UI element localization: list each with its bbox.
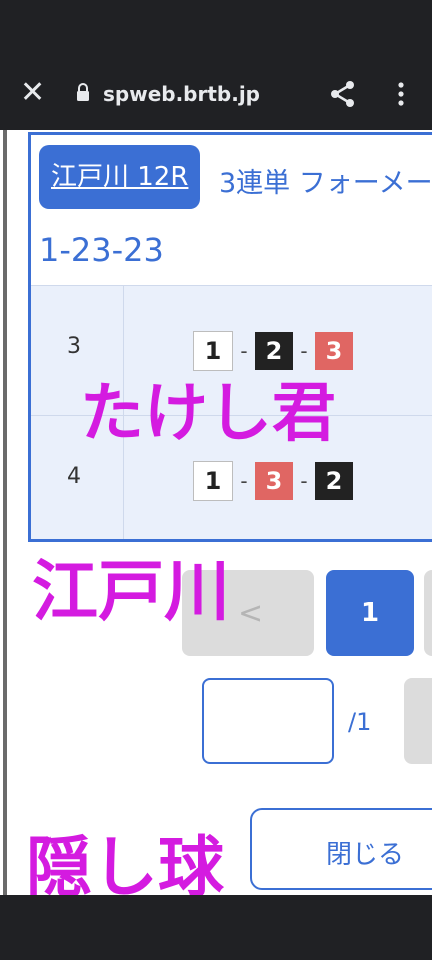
page-1-button[interactable]: 1 bbox=[326, 570, 414, 656]
close-icon[interactable]: ✕ bbox=[20, 78, 45, 108]
venue-race-link[interactable]: 江戸川 12R bbox=[39, 145, 201, 209]
page-content: 江戸川 12R 3連単 フォーメーション 1-23-23 3 1 - 2 - 3… bbox=[0, 130, 432, 895]
status-bar bbox=[0, 0, 432, 58]
separator: - bbox=[240, 469, 248, 493]
overlay-caption-3: 隠し球 bbox=[26, 829, 224, 895]
close-button-label: 閉じる bbox=[326, 840, 405, 870]
url-text[interactable]: spweb.brtb.jp bbox=[103, 82, 260, 106]
more-vert-icon[interactable] bbox=[392, 80, 410, 108]
separator: - bbox=[240, 339, 248, 363]
close-button[interactable]: 閉じる bbox=[250, 808, 432, 890]
next-page-button[interactable] bbox=[424, 570, 432, 656]
chevron-left-icon: < bbox=[238, 596, 264, 631]
combination: 1 - 3 - 2 bbox=[193, 460, 353, 502]
boat-number: 2 bbox=[315, 462, 353, 500]
share-icon[interactable] bbox=[330, 80, 356, 108]
page-number-input[interactable] bbox=[202, 678, 334, 764]
left-divider bbox=[3, 130, 7, 895]
bet-header: 江戸川 12R 3連単 フォーメーション 1-23-23 bbox=[31, 135, 432, 285]
browser-toolbar: ✕ spweb.brtb.jp bbox=[0, 58, 432, 130]
separator: - bbox=[300, 469, 308, 493]
row-index: 4 bbox=[67, 464, 81, 489]
bet-panel: 江戸川 12R 3連単 フォーメーション 1-23-23 3 1 - 2 - 3… bbox=[28, 132, 432, 542]
page-total: /1 bbox=[348, 708, 372, 736]
overlay-caption-1: たけし君 bbox=[80, 377, 336, 451]
boat-number: 1 bbox=[193, 461, 233, 501]
boat-number: 3 bbox=[255, 462, 293, 500]
bet-numbers: 1-23-23 bbox=[39, 231, 164, 269]
lock-icon bbox=[77, 83, 89, 101]
go-page-button[interactable] bbox=[404, 678, 432, 764]
bet-type-label: 3連単 フォーメーション bbox=[219, 168, 432, 199]
overlay-caption-2: 江戸川 bbox=[32, 553, 230, 630]
row-index: 3 bbox=[67, 334, 81, 359]
navigation-bar bbox=[0, 895, 432, 960]
separator: - bbox=[300, 339, 308, 363]
